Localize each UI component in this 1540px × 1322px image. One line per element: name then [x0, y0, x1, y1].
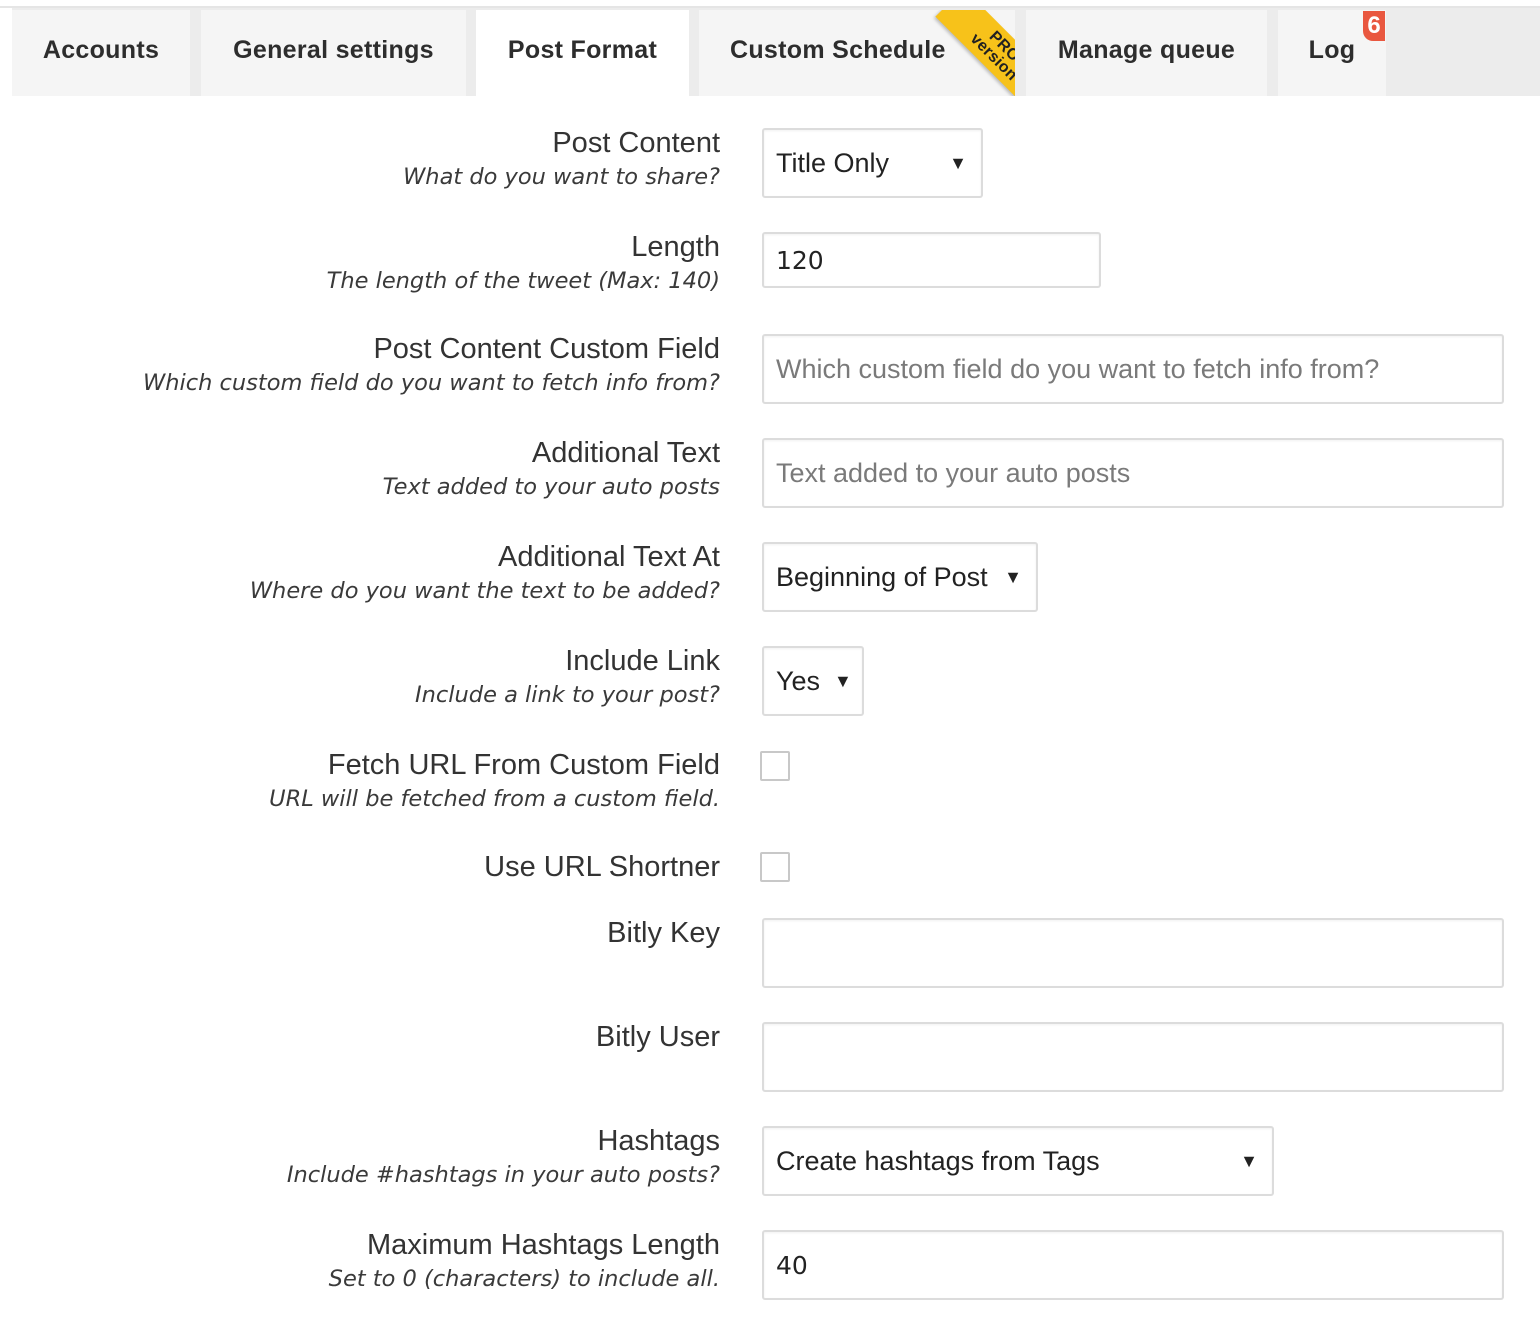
max-hashtags-input[interactable]: 40 [762, 1230, 1504, 1300]
length-input[interactable]: 120 [762, 232, 1101, 288]
label-title: Include Link [565, 645, 720, 677]
select-value: Title Only [776, 147, 890, 178]
tab-accounts[interactable]: Accounts [12, 10, 190, 96]
label-title: Post Content [552, 127, 720, 159]
label-title: Additional Text [531, 437, 720, 469]
chevron-down-icon: ▼ [1240, 1150, 1258, 1171]
tab-manage-queue[interactable]: Manage queue [1026, 10, 1267, 96]
chevron-down-icon: ▼ [834, 670, 852, 691]
field-label: Bitly Key [607, 916, 720, 950]
label-title: Maximum Hashtags Length [367, 1229, 720, 1261]
tab-general-settings[interactable]: General settings [201, 10, 466, 96]
label-title: Fetch URL From Custom Field [327, 749, 720, 781]
label-description: Set to 0 (characters) to include all. [328, 1266, 720, 1292]
label-title: Post Content Custom Field [373, 333, 720, 365]
select-value: Yes [776, 665, 821, 696]
tab-label: Post Format [507, 35, 658, 64]
label-title: Additional Text At [498, 541, 720, 573]
label-description: What do you want to share? [403, 164, 720, 190]
label-description: Where do you want the text to be added? [249, 578, 720, 604]
tab-label: Log [1308, 35, 1356, 64]
ribbon-pro-text: PRO [985, 28, 1015, 66]
additional-text-at-select[interactable]: Beginning of Post ▼ [762, 542, 1038, 612]
label-title: Length [631, 231, 720, 263]
label-title: Bitly Key [607, 917, 720, 949]
settings-form: Post Content What do you want to share? … [12, 96, 1540, 1322]
label-description: Include a link to your post? [415, 682, 720, 708]
hashtags-select[interactable]: Create hashtags from Tags ▼ [762, 1126, 1274, 1196]
bitly-key-input[interactable] [762, 918, 1504, 988]
tab-label: Custom Schedule [730, 35, 946, 64]
field-label: Hashtags Include #hashtags in your auto … [287, 1124, 720, 1190]
select-value: Create hashtags from Tags [776, 1145, 1100, 1176]
left-strip [0, 8, 12, 1322]
log-count-badge: 6 [1363, 11, 1385, 41]
ribbon-version-text: version [966, 30, 1015, 85]
field-label: Maximum Hashtags Length Set to 0 (charac… [329, 1228, 720, 1294]
tab-label: Accounts [42, 35, 160, 64]
field-label: Additional Text At Where do you want the… [250, 540, 720, 606]
label-description: Which custom field do you want to fetch … [143, 370, 720, 396]
field-label: Include Link Include a link to your post… [415, 644, 720, 710]
label-title: Hashtags [597, 1125, 720, 1157]
label-description: Text added to your auto posts [382, 474, 720, 500]
url-shortner-checkbox[interactable] [760, 852, 790, 882]
chevron-down-icon: ▼ [949, 152, 967, 173]
label-title: Use URL Shortner [484, 851, 720, 883]
label-title: Bitly User [595, 1021, 720, 1053]
label-description: Include #hashtags in your auto posts? [286, 1162, 720, 1188]
chevron-down-icon: ▼ [1004, 566, 1022, 587]
tab-label: General settings [233, 35, 434, 64]
fetch-url-checkbox[interactable] [760, 751, 790, 781]
field-label: Post Content What do you want to share? [403, 126, 720, 192]
tab-label: Manage queue [1057, 35, 1236, 64]
top-border [0, 0, 1540, 8]
field-label: Length The length of the tweet (Max: 140… [327, 230, 720, 296]
bitly-user-input[interactable] [762, 1022, 1504, 1092]
field-label: Use URL Shortner [484, 850, 720, 884]
tab-post-format[interactable]: Post Format [476, 10, 689, 96]
field-label: Bitly User [596, 1020, 720, 1054]
label-description: URL will be fetched from a custom field. [269, 786, 720, 812]
custom-field-input[interactable]: Which custom field do you want to fetch … [762, 334, 1504, 404]
post-content-select[interactable]: Title Only ▼ [762, 128, 983, 198]
field-label: Fetch URL From Custom Field URL will be … [269, 748, 720, 814]
label-description: The length of the tweet (Max: 140) [326, 268, 720, 294]
field-label: Additional Text Text added to your auto … [383, 436, 720, 502]
field-label: Post Content Custom Field Which custom f… [143, 332, 720, 398]
select-value: Beginning of Post [776, 561, 988, 592]
include-link-select[interactable]: Yes ▼ [762, 646, 864, 716]
additional-text-input[interactable]: Text added to your auto posts [762, 438, 1504, 508]
tab-custom-schedule[interactable]: Custom Schedule PRO version [699, 10, 1015, 102]
